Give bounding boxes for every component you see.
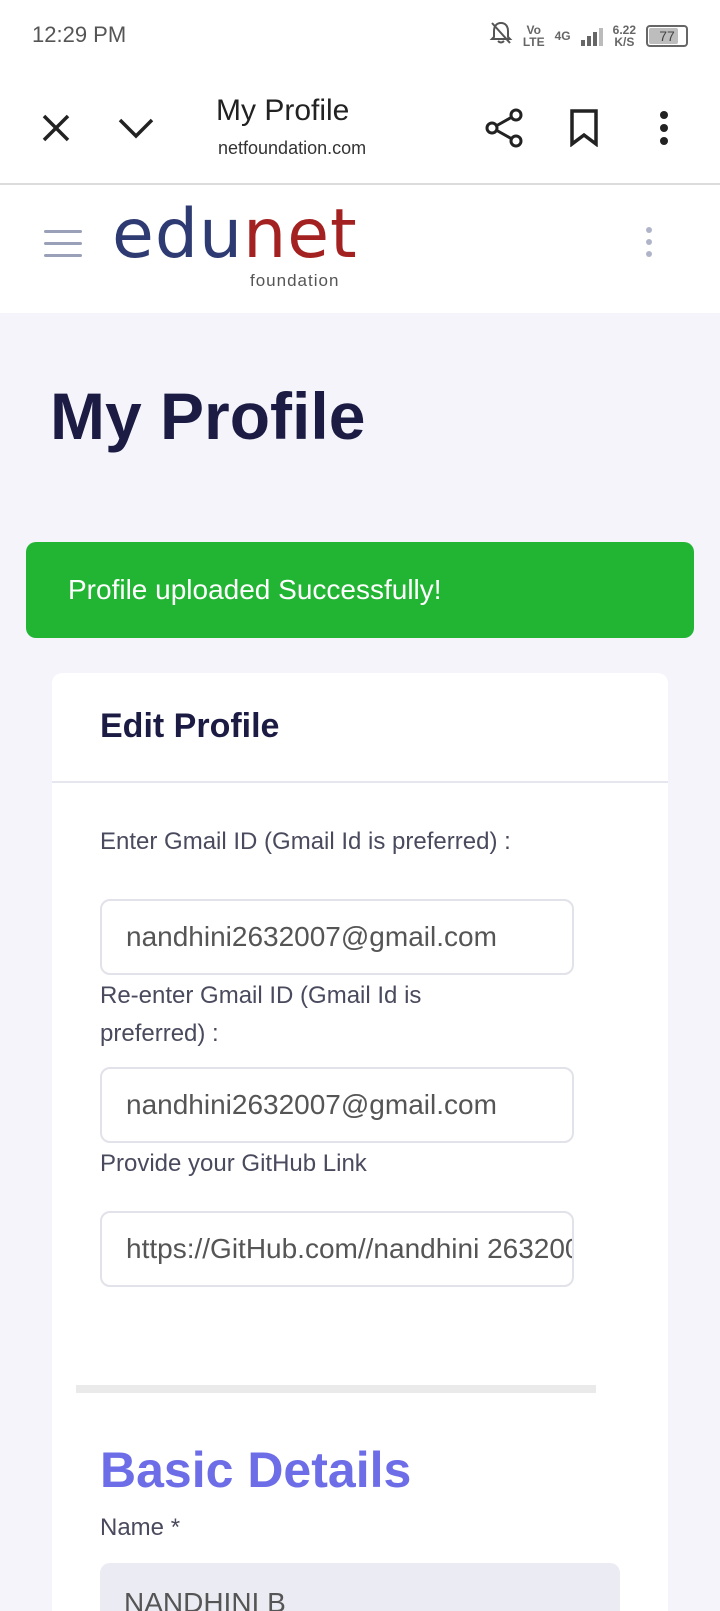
gmail-confirm-input[interactable]: nandhini2632007@gmail.com: [100, 1067, 574, 1143]
network-type: 4G: [554, 28, 571, 43]
browser-url[interactable]: netfoundation.com: [218, 138, 368, 159]
name-input[interactable]: NANDHINI B: [100, 1563, 620, 1611]
edunet-logo[interactable]: edunet foundation: [112, 195, 358, 290]
site-more-icon[interactable]: [644, 227, 654, 263]
network-speed: 6.22 K/S: [612, 22, 636, 49]
status-icons: Vo LTE 4G 6.22 K/S 77: [489, 20, 688, 51]
browser-toolbar: My Profile netfoundation.com: [0, 72, 720, 185]
section-divider: [76, 1385, 596, 1393]
gmail-confirm-label: Re-enter Gmail ID (Gmail Id is preferred…: [100, 982, 422, 1047]
github-label: Provide your GitHub Link: [100, 1150, 367, 1177]
hamburger-menu-icon[interactable]: [44, 230, 82, 260]
edit-profile-card: Edit Profile Enter Gmail ID (Gmail Id is…: [52, 673, 668, 1611]
card-header: Edit Profile: [52, 673, 668, 783]
bookmark-icon[interactable]: [558, 102, 610, 154]
github-input[interactable]: https://GitHub.com//nandhini 2632007: [100, 1211, 574, 1287]
bell-off-icon: [489, 20, 513, 51]
success-alert: Profile uploaded Successfully!: [26, 542, 694, 638]
signal-icon: [580, 26, 603, 46]
volte-indicator: Vo LTE: [522, 22, 545, 49]
battery-icon: 77: [646, 24, 688, 47]
alert-message: Profile uploaded Successfully!: [68, 574, 442, 605]
basic-details-title: Basic Details: [100, 1442, 412, 1498]
gmail-input[interactable]: nandhini2632007@gmail.com: [100, 899, 574, 975]
more-vert-icon[interactable]: [638, 102, 690, 154]
status-bar: 12:29 PM Vo LTE 4G 6.22 K/S 77: [0, 0, 720, 72]
status-time: 12:29 PM: [32, 22, 127, 47]
close-icon[interactable]: [30, 102, 82, 154]
browser-page-title: My Profile: [216, 94, 350, 127]
page-title: My Profile: [50, 379, 366, 453]
name-label: Name *: [100, 1514, 181, 1541]
chevron-down-icon[interactable]: [110, 102, 162, 154]
share-icon[interactable]: [478, 102, 530, 154]
gmail-label: Enter Gmail ID (Gmail Id is preferred) :: [100, 828, 511, 855]
card-title: Edit Profile: [100, 707, 280, 745]
site-header: edunet foundation: [0, 185, 720, 313]
